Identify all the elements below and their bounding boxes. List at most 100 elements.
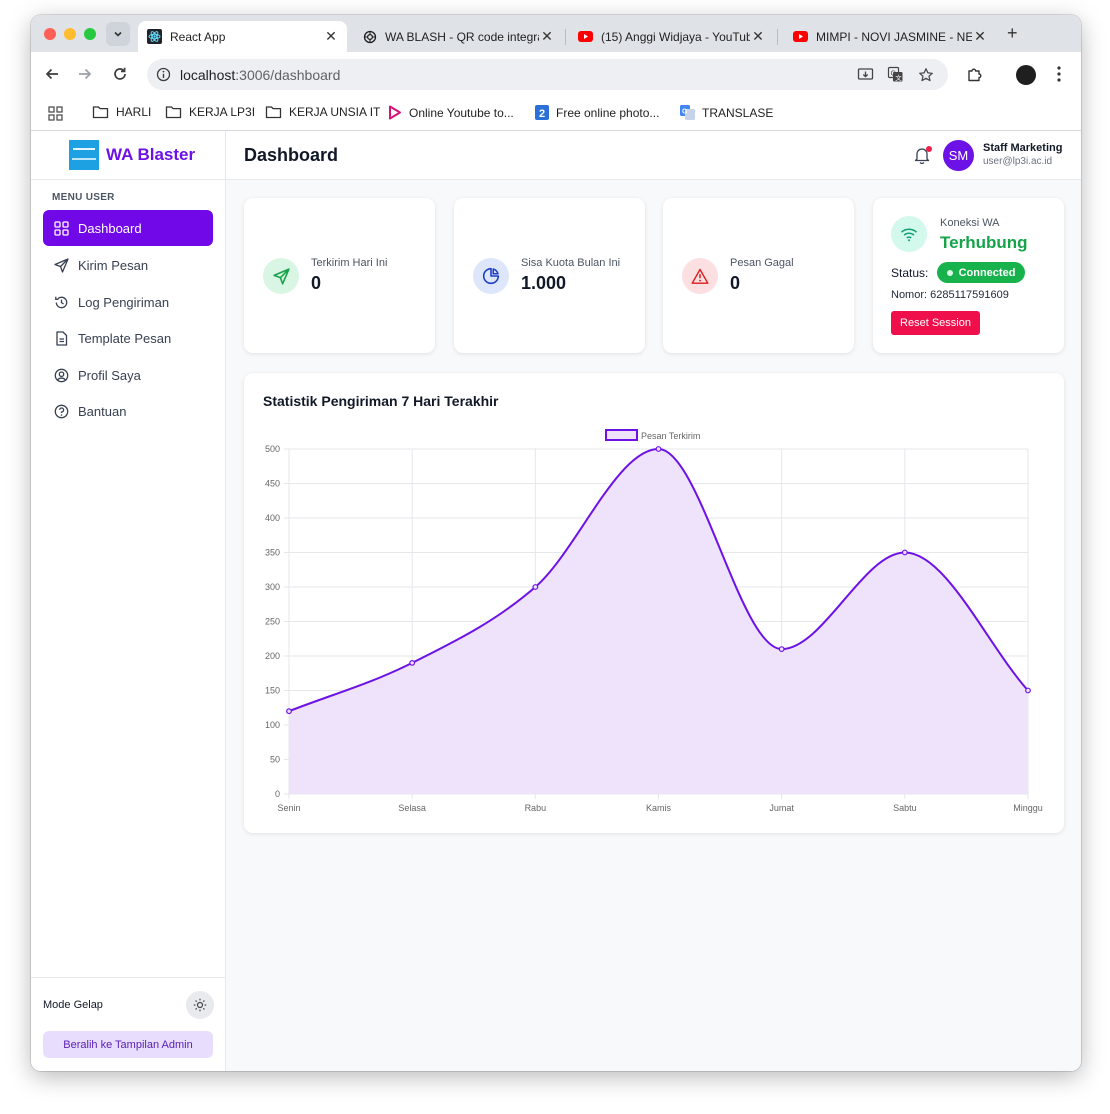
minimize-window-button[interactable] [64, 28, 76, 40]
reload-icon[interactable] [112, 66, 128, 82]
translate-icon: G [680, 105, 695, 120]
sidebar-item-label: Kirim Pesan [78, 257, 149, 273]
kebab-menu-icon[interactable] [1055, 65, 1063, 83]
status-badge: Connected [937, 262, 1025, 283]
bookmark-label: TRANSLASE [702, 105, 774, 120]
tab-search-button[interactable] [106, 22, 130, 46]
bookmark-free-online-photo[interactable]: 2 Free online photo... [535, 105, 659, 120]
sidebar-item-label: Profil Saya [78, 367, 141, 383]
close-tab-icon[interactable]: ✕ [539, 28, 555, 45]
brand-name: WA Blaster [106, 145, 196, 164]
sidebar-item-kirim-pesan[interactable]: Kirim Pesan [43, 247, 213, 283]
stat-label: Sisa Kuota Bulan Ini [521, 257, 621, 269]
close-tab-icon[interactable]: ✕ [750, 28, 766, 45]
wa-connection-state: Terhubung [940, 233, 1028, 252]
sidebar-item-label: Log Pengiriman [78, 294, 170, 310]
tab-strip: React App ✕ WA BLASH - QR code integra ✕… [31, 15, 1081, 52]
x-tick-label: Sabtu [893, 803, 917, 813]
tab-separator [777, 29, 778, 45]
close-tab-icon[interactable]: ✕ [972, 28, 988, 45]
grid-icon [53, 220, 69, 236]
info-icon[interactable] [156, 67, 171, 82]
help-icon [53, 403, 69, 419]
avatar[interactable]: SM [943, 140, 974, 171]
bookmark-label: KERJA LP3I [189, 105, 256, 119]
youtube-icon [578, 29, 593, 44]
bookmark-star-icon[interactable] [918, 67, 934, 83]
y-tick-label: 50 [270, 755, 280, 765]
bookmark-kerja-lp3i[interactable]: KERJA LP3I [165, 105, 255, 119]
user-email: user@lp3i.ac.id [983, 156, 1053, 167]
url-text[interactable]: localhost:3006/dashboard [180, 67, 340, 83]
brand-logo [69, 140, 99, 170]
tab-title: React App [170, 29, 226, 44]
profile-avatar[interactable] [1016, 65, 1036, 85]
stat-label: Pesan Gagal [730, 257, 794, 269]
stat-card-sisa-kuota: Sisa Kuota Bulan Ini 1.000 [454, 198, 645, 353]
translate-icon[interactable]: G文 [887, 66, 904, 83]
data-point[interactable] [778, 646, 785, 653]
theme-toggle-button[interactable] [186, 991, 214, 1019]
svg-text:文: 文 [895, 73, 902, 82]
apps-grid-icon[interactable] [48, 106, 63, 121]
browser-window: React App ✕ WA BLASH - QR code integra ✕… [31, 15, 1081, 1071]
stat-value: 1.000 [521, 273, 567, 293]
y-tick-label: 300 [265, 582, 280, 592]
sidebar-item-profil-saya[interactable]: Profil Saya [43, 357, 213, 393]
folder-icon [265, 106, 282, 119]
chevron-down-icon [114, 31, 122, 37]
address-bar[interactable]: localhost:3006/dashboard G文 [147, 59, 948, 90]
install-app-icon[interactable] [857, 66, 874, 83]
data-point[interactable] [901, 549, 908, 556]
notification-dot [926, 146, 932, 152]
wa-connection-label: Koneksi WA [940, 217, 1000, 229]
data-point[interactable] [532, 584, 539, 590]
data-point[interactable] [286, 708, 292, 715]
chart-card: Statistik Pengiriman 7 Hari Terakhir 0 50… [244, 373, 1064, 833]
x-tick-label: Selasa [398, 803, 426, 813]
status-badge-text: Connected [958, 266, 1016, 279]
bookmark-online-youtube[interactable]: Online Youtube to... [387, 105, 514, 120]
sidebar: WA Blaster MENU USER Dashboard Kirim Pes… [31, 131, 226, 1071]
stat-label: Terkirim Hari Ini [311, 257, 388, 269]
close-tab-icon[interactable]: ✕ [323, 28, 339, 45]
extensions-icon[interactable] [966, 65, 984, 83]
legend-label: Pesan Terkirim [641, 431, 700, 441]
sidebar-item-label: Template Pesan [78, 330, 172, 346]
y-tick-label: 0 [275, 789, 280, 799]
tab-title: (15) Anggi Widjaya - YouTube [601, 29, 750, 44]
data-point[interactable] [409, 660, 416, 666]
stat-value: 0 [311, 273, 322, 293]
y-tick-label: 500 [265, 444, 280, 454]
maximize-window-button[interactable] [84, 28, 96, 40]
tab-wa-blash[interactable]: WA BLASH - QR code integra ✕ [353, 21, 563, 52]
sidebar-item-log-pengiriman[interactable]: Log Pengiriman [43, 284, 213, 320]
url-path: :3006/dashboard [235, 67, 341, 83]
react-icon [147, 29, 162, 44]
reset-session-button[interactable]: Reset Session [891, 311, 980, 335]
data-point[interactable] [1025, 687, 1031, 694]
bookmarks-bar: HARLI KERJA LP3I KERJA UNSIA IT Online Y… [31, 97, 1081, 131]
bookmark-harli[interactable]: HARLI [92, 105, 151, 119]
tab-react-app[interactable]: React App ✕ [138, 21, 347, 52]
x-tick-label: Jumat [769, 803, 794, 813]
youtube-icon [793, 29, 808, 44]
bookmark-translase[interactable]: G TRANSLASE [680, 105, 773, 120]
sidebar-item-bantuan[interactable]: Bantuan [43, 393, 213, 429]
forward-icon[interactable] [77, 66, 93, 82]
new-tab-button[interactable]: + [1007, 23, 1018, 44]
chart-legend[interactable]: Pesan Terkirim [605, 429, 700, 441]
back-icon[interactable] [44, 66, 60, 82]
tab-youtube-anggi[interactable]: (15) Anggi Widjaya - YouTube ✕ [569, 21, 774, 52]
y-tick-label: 250 [265, 617, 280, 627]
bookmark-kerja-unsia-it[interactable]: KERJA UNSIA IT [265, 105, 380, 119]
sidebar-item-template-pesan[interactable]: Template Pesan [43, 320, 213, 356]
close-window-button[interactable] [44, 28, 56, 40]
send-icon [263, 258, 299, 294]
tab-youtube-mimpi[interactable]: MIMPI - NOVI JASMINE - NEW ✕ [784, 21, 996, 52]
data-point[interactable] [655, 446, 662, 452]
document-icon [53, 330, 69, 346]
legend-swatch [605, 429, 638, 441]
sidebar-item-dashboard[interactable]: Dashboard [43, 210, 213, 246]
switch-to-admin-button[interactable]: Beralih ke Tampilan Admin [43, 1031, 213, 1058]
